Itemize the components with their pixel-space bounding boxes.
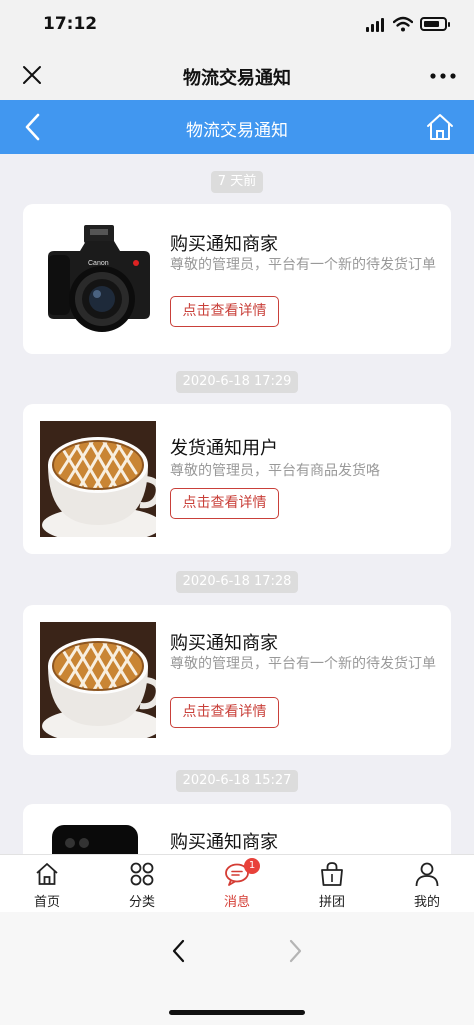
home-indicator (169, 1010, 305, 1015)
timestamp-chip: 2020-6-18 15:27 (0, 769, 474, 792)
view-details-button[interactable]: 点击查看详情 (170, 697, 279, 728)
tab-profile[interactable]: 我的 (380, 855, 474, 913)
message-feed[interactable]: 7 天前 Canon 购买通知商家 尊敬的管理员，平台有一个新的待发货订单 点击… (0, 154, 474, 854)
timestamp: 2020-6-18 17:29 (175, 371, 299, 393)
more-icon[interactable] (430, 73, 456, 79)
phone-photo (40, 821, 156, 854)
battery-icon (420, 17, 450, 31)
coffee-photo (40, 421, 156, 537)
timestamp-chip: 2020-6-18 17:29 (0, 370, 474, 393)
coffee-photo (40, 622, 156, 738)
wechat-title-bar: 物流交易通知 (0, 50, 474, 100)
timestamp: 2020-6-18 17:28 (175, 571, 299, 593)
card-description: 尊敬的管理员，平台有一个新的待发货订单 (170, 656, 436, 672)
card-description: 尊敬的管理员，平台有商品发货咯 (170, 463, 380, 479)
view-details-button[interactable]: 点击查看详情 (170, 296, 279, 327)
timestamp: 7 天前 (210, 171, 264, 193)
signal-icon (366, 18, 386, 32)
message-card[interactable]: 购买通知商家 尊敬的管理员，平台有一个新的待发货订单 点击查看详情 (23, 605, 451, 755)
home-icon (36, 863, 58, 885)
timestamp-chip: 2020-6-18 17:28 (0, 570, 474, 593)
tab-category[interactable]: 分类 (95, 855, 189, 913)
tab-label: 首页 (33, 895, 60, 910)
camera-photo: Canon (40, 221, 156, 337)
page-title: 物流交易通知 (186, 121, 288, 141)
back-arrow-icon[interactable] (168, 938, 190, 964)
view-details-button[interactable]: 点击查看详情 (170, 488, 279, 519)
browser-toolbar (0, 912, 474, 1025)
status-bar: 17:12 (0, 0, 474, 50)
wechat-page-title: 物流交易通知 (183, 68, 291, 89)
card-title: 购买通知商家 (170, 832, 278, 853)
tab-messages[interactable]: 1 消息 (190, 855, 284, 913)
status-time: 17:12 (43, 14, 98, 34)
timestamp-chip: 7 天前 (0, 170, 474, 193)
card-title: 购买通知商家 (170, 234, 278, 255)
wifi-icon (393, 16, 413, 32)
app-header: 物流交易通知 (0, 100, 474, 154)
bottom-tab-bar: 首页 分类 1 消息 拼团 我的 (0, 854, 474, 912)
tab-label: 我的 (413, 895, 440, 910)
card-description: 尊敬的管理员，平台有一个新的待发货订单 (170, 257, 436, 273)
tab-home[interactable]: 首页 (0, 855, 94, 913)
tab-label: 分类 (128, 895, 155, 910)
tab-label: 消息 (223, 895, 250, 910)
forward-arrow-icon[interactable] (284, 938, 306, 964)
message-card[interactable]: Canon 购买通知商家 尊敬的管理员，平台有一个新的待发货订单 点击查看详情 (23, 204, 451, 354)
shopping-bag-icon (321, 862, 343, 886)
tab-label: 拼团 (318, 895, 345, 910)
user-icon (415, 862, 439, 887)
category-icon (130, 862, 154, 886)
card-title: 发货通知用户 (170, 438, 278, 459)
svg-text:Canon: Canon (88, 260, 109, 267)
card-title: 购买通知商家 (170, 633, 278, 654)
message-card[interactable]: 购买通知商家 (23, 804, 451, 854)
tab-group-buy[interactable]: 拼团 (285, 855, 379, 913)
unread-badge: 1 (244, 858, 260, 874)
message-card[interactable]: 发货通知用户 尊敬的管理员，平台有商品发货咯 点击查看详情 (23, 404, 451, 554)
timestamp: 2020-6-18 15:27 (175, 770, 299, 792)
home-icon[interactable] (425, 112, 455, 142)
